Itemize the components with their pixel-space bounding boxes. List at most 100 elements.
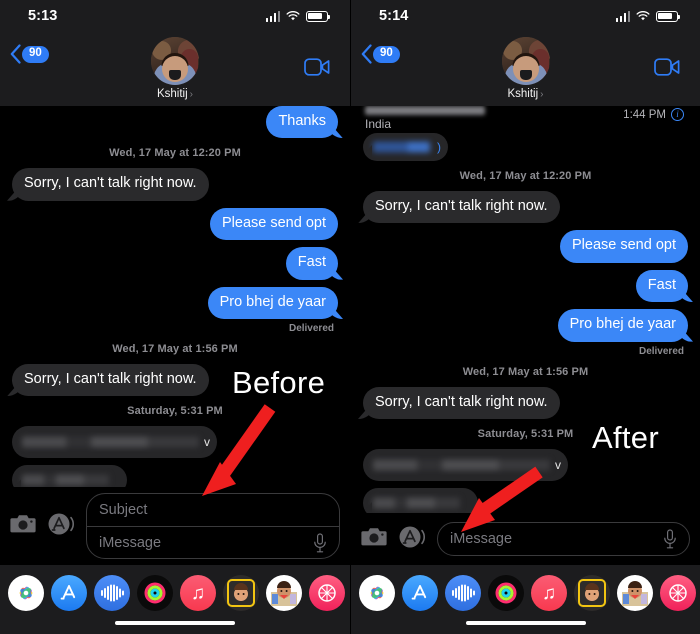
contact-name: Kshitij › [507,88,543,100]
redacted-message-bubble[interactable]: v [363,448,568,481]
microphone-icon[interactable] [663,529,677,549]
camera-icon[interactable] [361,526,387,547]
imessage-input[interactable]: iMessage [87,527,339,559]
message-row: v [363,448,688,481]
message-bubble[interactable]: Sorry, I can't talk right now. [363,191,560,224]
video-camera-icon[interactable] [304,58,330,76]
delivered-status: Delivered [638,345,684,357]
back-button[interactable]: 90 [10,44,49,64]
contact-name-text: Kshitij [156,88,188,100]
message-input-field[interactable]: Subject iMessage [86,493,340,559]
music-app-icon[interactable]: ♫ [180,575,216,611]
delivered-status: Delivered [288,322,334,334]
memoji-sticker-icon[interactable] [266,575,302,611]
voice-memos-app-icon[interactable] [445,575,481,611]
music-app-icon[interactable]: ♫ [531,575,567,611]
unread-count-badge: 90 [373,45,400,63]
message-bubble[interactable]: Please send opt [210,207,338,241]
app-store-app-icon[interactable] [402,575,438,611]
message-bubble[interactable]: Sorry, I can't talk right now. [363,386,560,419]
app-store-button-icon[interactable] [46,512,76,536]
back-button[interactable]: 90 [361,44,400,64]
fitness-rings-glyph-icon [144,582,166,604]
message-row: Sorry, I can't talk right now. [363,191,688,224]
redacted-message-bubble[interactable]: ) [363,133,448,161]
digital-touch-icon[interactable] [309,575,345,611]
message-row: Fast [12,247,338,280]
phone-panel-after: 5:14 90 Kshitij › India 1:44 PM i) Wed,… [350,0,700,634]
wifi-icon [636,10,650,20]
avatar[interactable] [151,37,199,85]
facetime-button[interactable] [654,58,680,81]
avatar[interactable] [501,37,550,85]
cellular-bars-icon [615,10,630,22]
message-bubble[interactable]: Pro bhej de yaar [207,286,338,319]
fitness-app-icon[interactable] [137,575,173,611]
day-timestamp: Wed, 17 May at 12:20 PM [459,170,592,182]
app-drawer: ♫ [351,565,700,634]
wifi-icon [286,10,300,20]
message-row: Sorry, I can't talk right now. [12,363,338,397]
chevron-left-icon [361,44,372,64]
message-row: Pro bhej de yaar [12,286,338,319]
status-indicators [615,10,680,22]
digital-touch-glyph-icon [669,584,687,602]
message-row: Fast [363,269,688,303]
app-store-button[interactable] [397,525,427,554]
message-row: Thanks [12,106,338,139]
chevron-right-icon: › [540,88,544,100]
app-store-button-icon[interactable] [397,525,427,549]
camera-button[interactable] [361,526,387,552]
contact-header[interactable]: Kshitij › [151,37,199,100]
message-bubble[interactable]: Sorry, I can't talk right now. [12,363,209,397]
subject-placeholder: Subject [99,502,148,518]
facetime-button[interactable] [304,58,330,81]
subject-input[interactable]: Subject [87,494,339,527]
redacted-message-bubble[interactable]: v [12,426,217,459]
home-indicator[interactable] [465,621,586,625]
message-timestamp: 1:44 PM [623,108,666,121]
message-bubble[interactable]: Sorry, I can't talk right now. [12,168,209,201]
message-bubble[interactable]: Please send opt [560,230,688,263]
photos-app-icon[interactable] [8,575,44,611]
microphone-icon[interactable] [313,533,327,553]
app-store-button[interactable] [46,512,76,541]
message-bubble[interactable]: Pro bhej de yaar [557,309,688,342]
photos-app-icon[interactable] [359,575,395,611]
contact-header[interactable]: Kshitij › [501,37,550,100]
message-row: v [12,426,338,459]
app-store-glyph-icon [60,585,76,600]
message-bubble[interactable]: Fast [285,247,338,280]
message-bubble[interactable]: Fast [635,269,688,303]
app-store-app-icon[interactable] [51,575,87,611]
camera-icon[interactable] [10,513,36,534]
message-row: Sorry, I can't talk right now. [363,386,688,419]
compose-bar: Subject iMessage [0,487,350,565]
memoji-sticker-icon[interactable] [617,575,653,611]
home-indicator[interactable] [115,621,235,625]
message-input-field[interactable]: iMessage [437,522,690,556]
redaction-blur [373,459,550,471]
nav-bar: 90 Kshitij › [351,32,700,106]
compose-bar: iMessage [351,513,700,565]
contact-name-text: Kshitij [507,88,539,100]
chevron-left-icon [10,44,21,64]
memoji-sticker-glyph-icon [622,581,648,606]
bubble-trailing-char: ) [437,140,441,154]
fitness-app-icon[interactable] [488,575,524,611]
memoji-app-icon[interactable] [223,575,259,611]
country-label: India [365,117,392,131]
video-camera-icon[interactable] [654,58,680,76]
info-icon[interactable]: i [671,108,684,121]
day-timestamp: Saturday, 5:31 PM [127,405,223,418]
imessage-placeholder: iMessage [450,531,513,547]
camera-button[interactable] [10,513,36,539]
nav-bar: 90 Kshitij › [0,32,350,106]
memoji-app-icon[interactable] [574,575,610,611]
message-bubble[interactable]: Thanks [266,106,338,139]
digital-touch-icon[interactable] [660,575,696,611]
voice-memos-app-icon[interactable] [94,575,130,611]
photos-glyph-icon [19,586,33,600]
day-timestamp: Wed, 17 May at 1:56 PM [462,365,589,378]
status-time: 5:14 [379,8,409,24]
